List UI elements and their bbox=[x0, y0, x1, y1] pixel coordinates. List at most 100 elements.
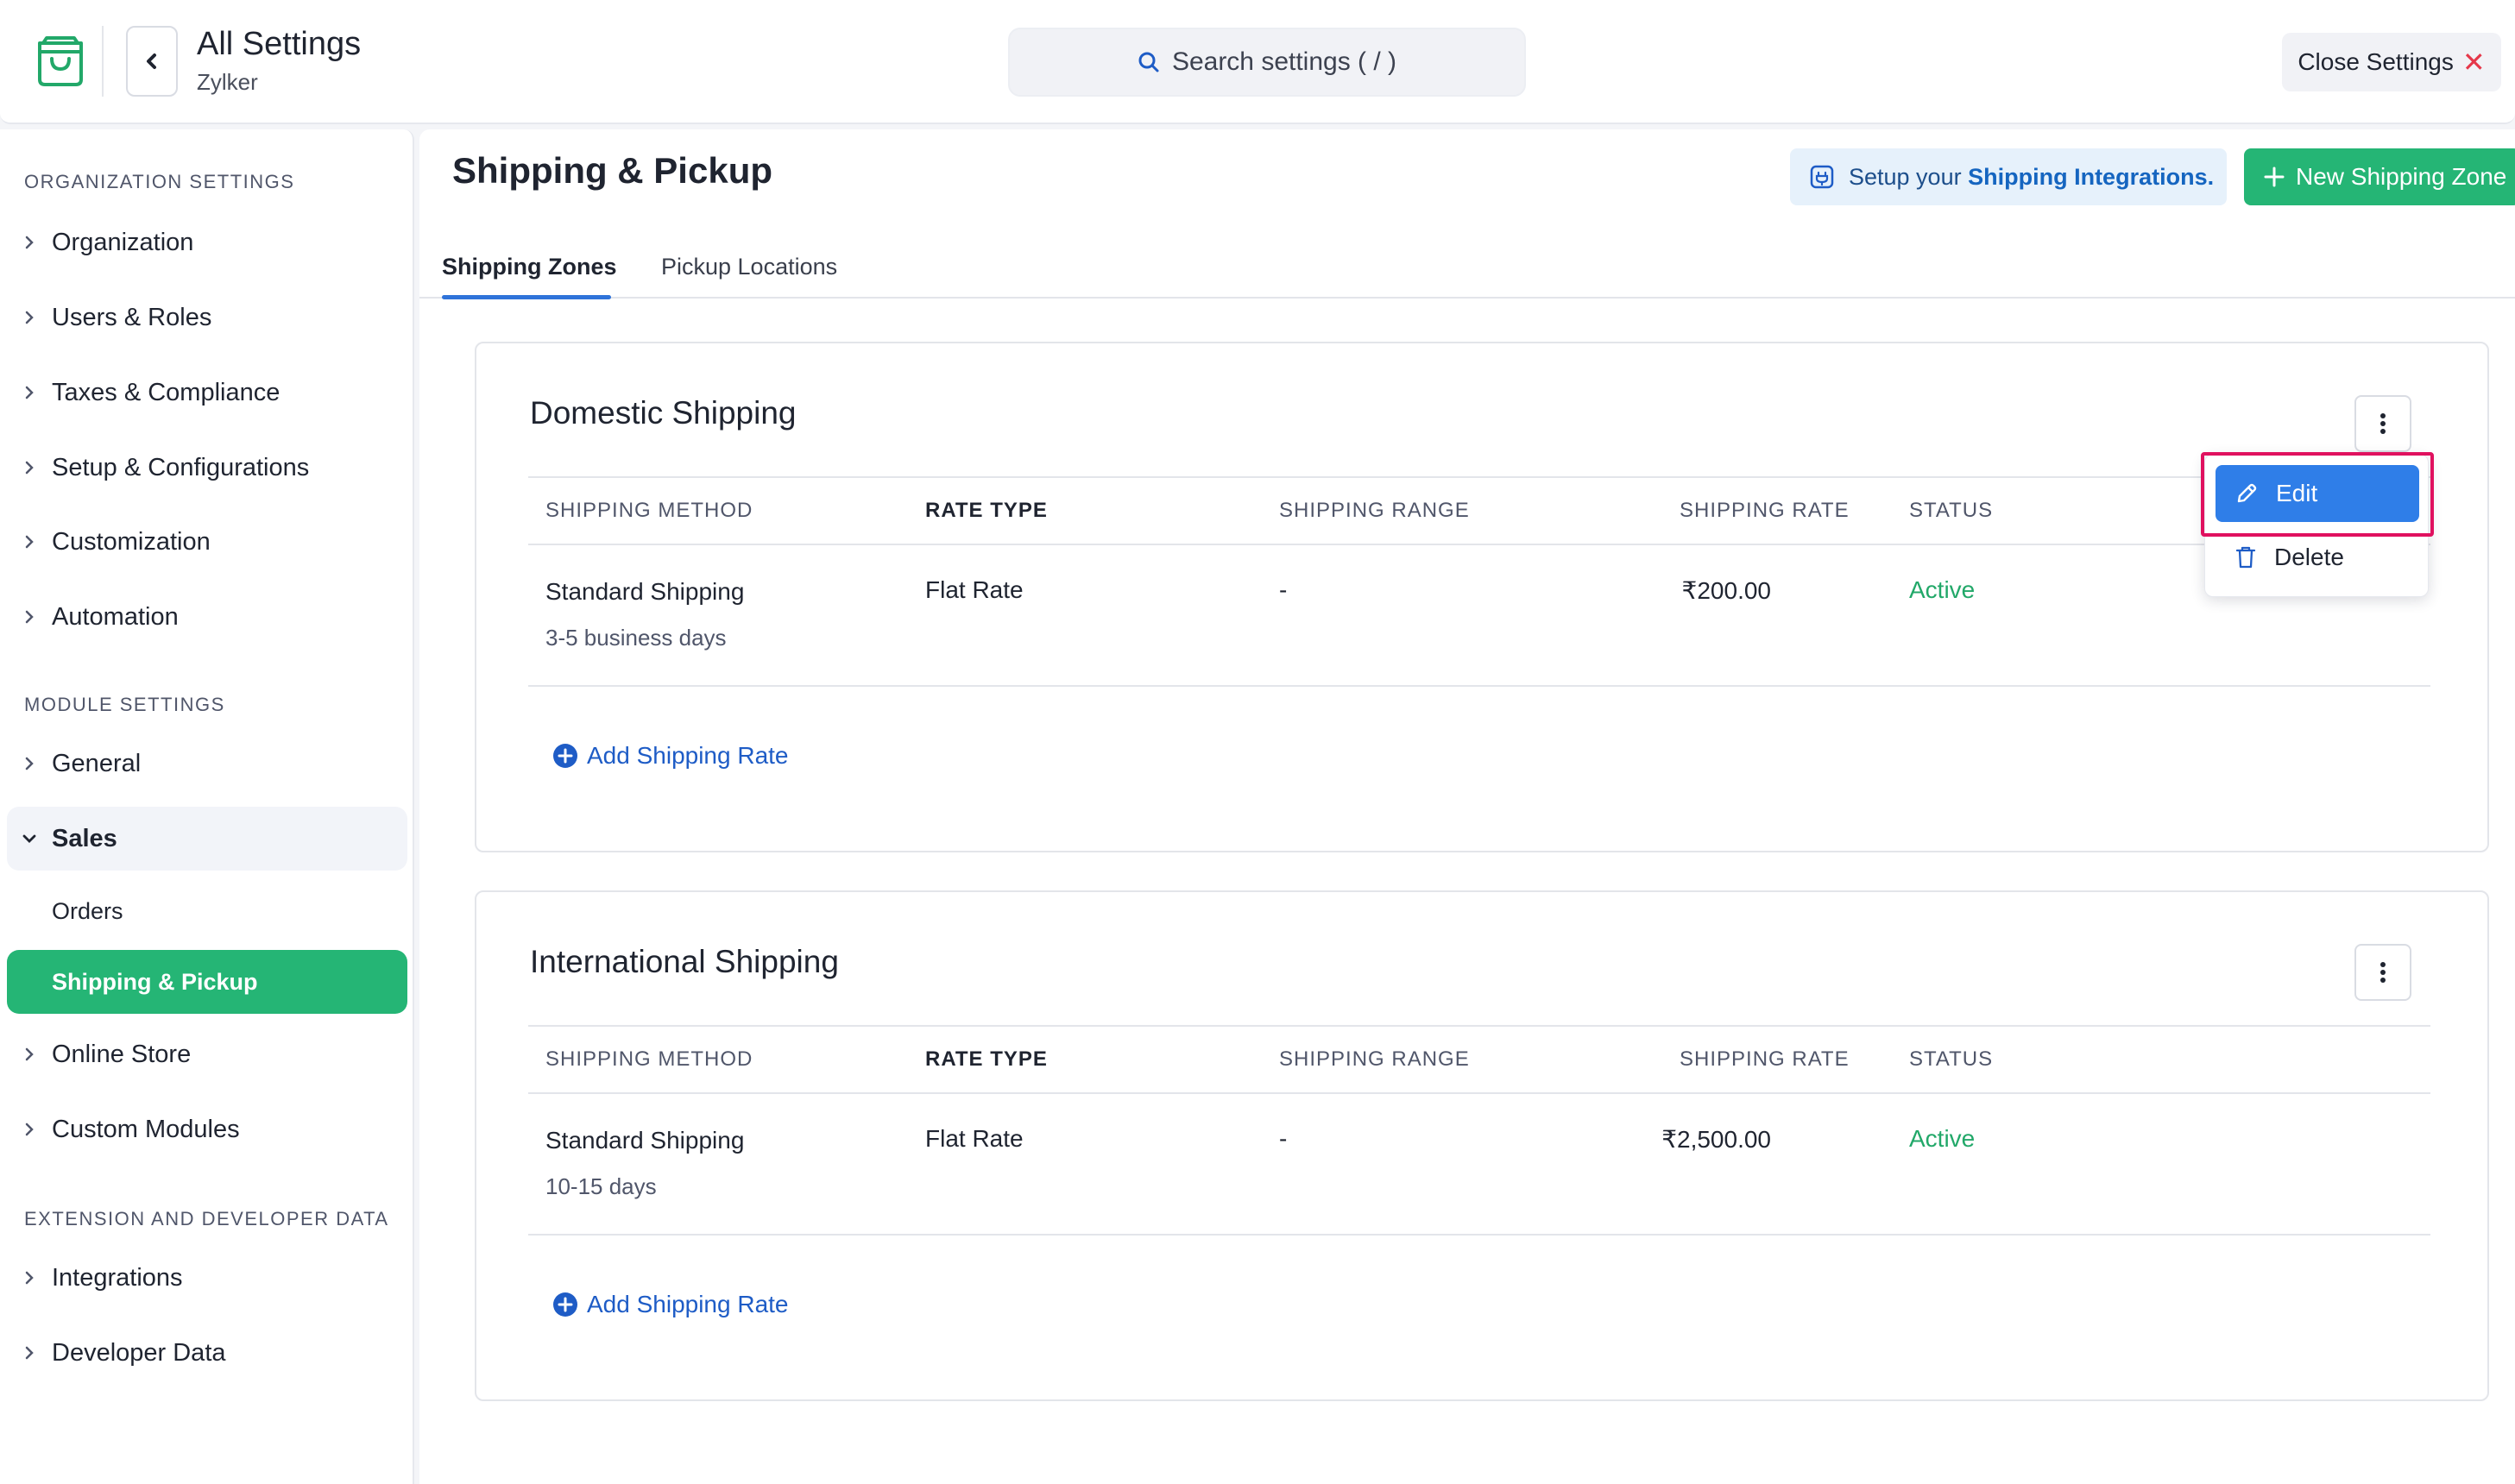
main-content: Shipping & Pickup Setup your Shipping In… bbox=[419, 129, 2515, 1484]
sidebar-item-organization[interactable]: Organization bbox=[7, 211, 407, 274]
column-shipping-rate: SHIPPING RATE bbox=[1680, 1047, 1850, 1071]
new-shipping-zone-label: New Shipping Zone bbox=[2296, 163, 2507, 190]
add-shipping-rate-label: Add Shipping Rate bbox=[587, 742, 789, 769]
column-shipping-range: SHIPPING RANGE bbox=[1279, 499, 1470, 522]
chevron-right-icon bbox=[25, 386, 34, 399]
plus-icon bbox=[2264, 167, 2285, 187]
section-module-settings: MODULE SETTINGS bbox=[24, 694, 225, 715]
sidebar-item-taxes-compliance[interactable]: Taxes & Compliance bbox=[7, 361, 407, 424]
sidebar-item-custom-modules[interactable]: Custom Modules bbox=[7, 1097, 407, 1161]
column-shipping-rate: SHIPPING RATE bbox=[1680, 499, 1850, 522]
sidebar-item-label: Taxes & Compliance bbox=[52, 378, 280, 406]
sidebar-item-label: Developer Data bbox=[52, 1338, 226, 1367]
add-shipping-rate-link[interactable]: Add Shipping Rate bbox=[552, 1291, 789, 1318]
shipping-zone-card-international: International Shipping SHIPPING METHOD R… bbox=[475, 890, 2489, 1401]
integration-plug-icon bbox=[1810, 165, 1834, 189]
chevron-left-icon bbox=[147, 53, 156, 69]
plus-circle-icon bbox=[553, 744, 577, 768]
zone-options-menu: Edit Delete bbox=[2204, 454, 2429, 597]
rate-type-value: Flat Rate bbox=[925, 1125, 1024, 1152]
sidebar-item-users-roles[interactable]: Users & Roles bbox=[7, 286, 407, 349]
plus-circle-icon bbox=[553, 1292, 577, 1317]
search-placeholder: Search settings ( / ) bbox=[1171, 47, 1397, 76]
table-row[interactable]: Standard Shipping 3-5 business days Flat… bbox=[528, 545, 2430, 687]
integrations-bold: Shipping Integrations. bbox=[1968, 163, 2215, 190]
zone-options-button[interactable] bbox=[2354, 395, 2411, 452]
sidebar-item-integrations[interactable]: Integrations bbox=[7, 1246, 407, 1310]
chevron-right-icon bbox=[25, 757, 34, 770]
sidebar-item-setup-configurations[interactable]: Setup & Configurations bbox=[7, 436, 407, 500]
close-settings-button[interactable]: Close Settings ✕ bbox=[2282, 33, 2501, 91]
chevron-right-icon bbox=[25, 1122, 34, 1136]
integrations-text: Setup your Shipping Integrations. bbox=[1849, 164, 2214, 191]
chevron-right-icon bbox=[25, 311, 34, 324]
settings-header: All Settings Zylker Search settings ( / … bbox=[0, 0, 2515, 124]
trash-icon bbox=[2235, 546, 2256, 569]
new-shipping-zone-button[interactable]: New Shipping Zone bbox=[2244, 148, 2515, 205]
sidebar-item-automation[interactable]: Automation bbox=[7, 585, 407, 649]
add-shipping-rate-link[interactable]: Add Shipping Rate bbox=[552, 742, 789, 770]
chevron-right-icon bbox=[25, 1271, 34, 1285]
column-status: STATUS bbox=[1909, 499, 1994, 522]
search-settings-input[interactable]: Search settings ( / ) bbox=[1008, 28, 1526, 97]
status-badge: Active bbox=[1909, 576, 1976, 603]
more-vertical-icon bbox=[2380, 413, 2386, 434]
sidebar-item-customization[interactable]: Customization bbox=[7, 510, 407, 574]
app-title: All Settings bbox=[197, 26, 362, 62]
sidebar-item-developer-data[interactable]: Developer Data bbox=[7, 1321, 407, 1385]
column-shipping-method: SHIPPING METHOD bbox=[545, 499, 753, 522]
chevron-right-icon bbox=[25, 236, 34, 249]
org-name: Zylker bbox=[197, 69, 258, 95]
table-row[interactable]: Standard Shipping 10-15 days Flat Rate -… bbox=[528, 1094, 2430, 1236]
column-status: STATUS bbox=[1909, 1047, 1994, 1071]
menu-item-edit-label: Edit bbox=[2276, 480, 2318, 506]
sidebar-subitem-shipping-pickup[interactable]: Shipping & Pickup bbox=[7, 950, 407, 1014]
sidebar-item-label: Organization bbox=[52, 228, 194, 256]
active-tab-indicator bbox=[442, 295, 611, 299]
sidebar-item-sales[interactable]: Sales bbox=[7, 807, 407, 871]
back-button[interactable] bbox=[126, 26, 178, 97]
settings-sidebar: ORGANIZATION SETTINGS Organization Users… bbox=[0, 129, 414, 1484]
sidebar-item-label: Online Store bbox=[52, 1040, 192, 1068]
status-badge: Active bbox=[1909, 1125, 1976, 1152]
close-settings-label: Close Settings bbox=[2298, 48, 2454, 75]
chevron-right-icon bbox=[25, 610, 34, 624]
setup-shipping-integrations-button[interactable]: Setup your Shipping Integrations. bbox=[1790, 148, 2227, 205]
table-header: SHIPPING METHOD RATE TYPE SHIPPING RANGE… bbox=[528, 1025, 2430, 1094]
column-rate-type[interactable]: RATE TYPE bbox=[925, 499, 1048, 523]
zone-title: International Shipping bbox=[530, 944, 839, 979]
shipping-range-value: - bbox=[1279, 1125, 1288, 1152]
zone-options-button[interactable] bbox=[2354, 944, 2411, 1001]
sidebar-item-label: Custom Modules bbox=[52, 1115, 240, 1143]
tab-bar: Shipping Zones Pickup Locations bbox=[419, 242, 2515, 299]
tab-pickup-locations[interactable]: Pickup Locations bbox=[661, 254, 837, 280]
shipping-rate-value: ₹200.00 bbox=[1681, 577, 1771, 604]
page-title: Shipping & Pickup bbox=[452, 150, 773, 191]
column-shipping-range: SHIPPING RANGE bbox=[1279, 1047, 1470, 1071]
integrations-prefix: Setup your bbox=[1849, 163, 1969, 190]
sidebar-item-label: Customization bbox=[52, 527, 211, 556]
shipping-method-name: Standard Shipping bbox=[545, 578, 745, 605]
sidebar-item-label: Automation bbox=[52, 602, 179, 631]
close-icon: ✕ bbox=[2461, 47, 2486, 78]
sidebar-item-general[interactable]: General bbox=[7, 732, 407, 795]
shipping-duration: 3-5 business days bbox=[545, 625, 727, 651]
column-rate-type[interactable]: RATE TYPE bbox=[925, 1047, 1048, 1072]
sidebar-item-label: Integrations bbox=[52, 1263, 183, 1292]
menu-item-delete[interactable]: Delete bbox=[2216, 529, 2419, 586]
shipping-zone-card-domestic: Domestic Shipping SHIPPING METHOD RATE T… bbox=[475, 342, 2489, 852]
shipping-rate-value: ₹2,500.00 bbox=[1661, 1126, 1771, 1153]
tab-shipping-zones[interactable]: Shipping Zones bbox=[442, 254, 617, 280]
sidebar-item-label: Setup & Configurations bbox=[52, 453, 310, 481]
sidebar-subitem-orders[interactable]: Orders bbox=[7, 879, 407, 943]
column-shipping-method: SHIPPING METHOD bbox=[545, 1047, 753, 1071]
shopping-bag-logo-icon bbox=[38, 36, 83, 86]
sidebar-item-online-store[interactable]: Online Store bbox=[7, 1022, 407, 1086]
shipping-duration: 10-15 days bbox=[545, 1173, 657, 1199]
header-divider bbox=[102, 26, 104, 97]
add-shipping-rate-label: Add Shipping Rate bbox=[587, 1291, 789, 1317]
pencil-icon bbox=[2237, 483, 2257, 503]
sidebar-item-label: General bbox=[52, 749, 142, 777]
menu-item-edit[interactable]: Edit bbox=[2216, 465, 2419, 522]
shipping-range-value: - bbox=[1279, 576, 1288, 603]
